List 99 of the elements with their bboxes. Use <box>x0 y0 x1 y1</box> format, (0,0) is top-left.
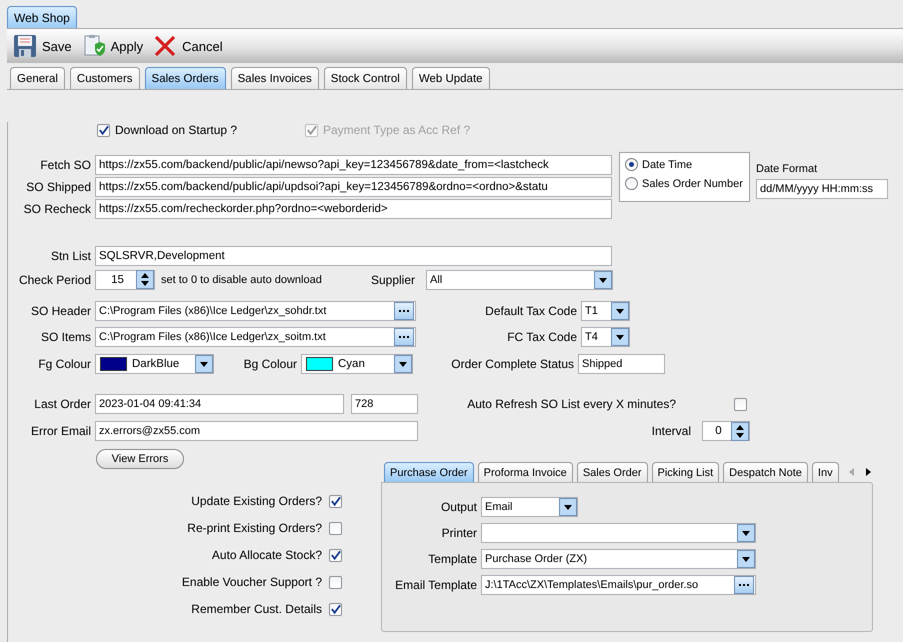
field-label: Fg Colour <box>37 356 92 370</box>
field-label: Email Template <box>394 578 478 592</box>
dropdown[interactable]: DarkBlue <box>95 354 214 374</box>
caret-icon <box>195 354 213 372</box>
caret-icon <box>737 524 755 542</box>
spinner-field[interactable]: 0 <box>702 421 750 441</box>
caret-icon <box>394 354 412 372</box>
field-label: Bg Colour <box>242 356 298 370</box>
field-label: Check Period <box>18 272 92 286</box>
tab[interactable]: Web Shop <box>7 6 77 28</box>
tab[interactable]: Stock Control <box>324 67 407 89</box>
checkbox[interactable] <box>329 576 342 588</box>
radio-label: Date Time <box>642 158 692 170</box>
spinner-field[interactable]: 15 <box>95 270 155 290</box>
tab[interactable]: Purchase Order <box>384 462 474 482</box>
checkbox-label: Payment Type as Acc Ref ? <box>323 123 470 137</box>
scroll-right-icon <box>864 467 872 477</box>
text-field[interactable]: dd/MM/yyyy HH:mm:ss <box>756 179 888 199</box>
text-field[interactable]: C:\Program Files (x86)\Ice Ledger\zx_soitm.txt <box>95 327 416 347</box>
cross-icon <box>153 34 178 58</box>
checkbox-label: Enable Voucher Support ? <box>180 575 322 589</box>
save-button[interactable]: Save <box>10 31 75 61</box>
tab[interactable]: Proforma Invoice <box>478 462 573 482</box>
checkbox[interactable] <box>329 522 342 534</box>
dropdown[interactable]: T1 <box>581 301 630 321</box>
ellipsis-icon <box>398 309 410 313</box>
tab[interactable]: Customers <box>70 67 140 89</box>
tab[interactable]: Sales Invoices <box>230 67 319 89</box>
text-field[interactable]: Shipped <box>578 354 665 374</box>
tab[interactable]: General <box>10 67 65 89</box>
field-label: Interval <box>650 424 692 438</box>
field-label: FC Tax Code <box>506 330 578 344</box>
dropdown[interactable]: Purchase Order (ZX) <box>481 549 756 569</box>
dropdown[interactable]: T4 <box>581 327 630 347</box>
tab[interactable]: Despatch Note <box>723 462 808 482</box>
field-label: Output <box>440 500 478 514</box>
text-field[interactable]: https://zx55.com/backend/public/api/updsoi?api_key=123456789&ordno=<ordno>&statu <box>95 176 612 196</box>
radio-label: Sales Order Number <box>642 178 743 190</box>
radio-button[interactable] <box>625 158 638 171</box>
checkbox-label: Remember Cust. Details <box>190 602 322 616</box>
field-label: SO Shipped <box>25 180 92 194</box>
field-label: Template <box>427 552 478 566</box>
caret-icon <box>611 302 629 320</box>
caret-icon <box>559 498 577 516</box>
spinner-arrows-icon <box>731 422 749 440</box>
browse-button[interactable] <box>394 302 414 320</box>
scroll-left-icon <box>848 467 856 477</box>
caret-icon <box>611 328 629 346</box>
checkbox[interactable] <box>329 602 342 616</box>
tab[interactable]: Sales Order <box>576 462 648 482</box>
ellipsis-icon <box>398 335 410 339</box>
caret-icon <box>594 270 612 288</box>
field-label: Auto Refresh SO List every X minutes? <box>466 397 677 411</box>
browse-button[interactable] <box>734 576 754 594</box>
text-field[interactable]: https://zx55.com/recheckorder.php?ordno=<weborderid> <box>95 198 612 218</box>
hint-text: set to 0 to disable auto download <box>160 274 323 286</box>
checkbox-label: Update Existing Orders? <box>190 494 322 508</box>
field-label: SO Recheck <box>22 202 92 216</box>
checkbox[interactable] <box>734 398 747 410</box>
text-field[interactable]: 2023-01-04 09:41:34 <box>95 394 344 414</box>
apply-button[interactable]: Apply <box>78 31 146 61</box>
checkbox-label: Download on Startup ? <box>115 123 238 137</box>
caret-icon <box>737 550 755 568</box>
text-field[interactable]: zx.errors@zx55.com <box>95 421 418 441</box>
browse-button[interactable] <box>394 328 414 346</box>
checkbox-label: Auto Allocate Stock? <box>210 548 322 562</box>
tab[interactable]: Sales Orders <box>144 67 226 89</box>
field-label: Last Order <box>33 397 92 411</box>
dropdown[interactable]: Email <box>481 497 578 517</box>
ellipsis-icon <box>738 583 750 587</box>
cancel-button[interactable]: Cancel <box>150 31 226 61</box>
checkbox[interactable] <box>329 548 342 562</box>
field-label: Order Complete Status <box>450 356 575 370</box>
field-label: Default Tax Code <box>484 304 578 318</box>
tab[interactable]: Picking List <box>652 462 720 482</box>
field-label: SO Items <box>40 330 92 344</box>
text-field[interactable]: C:\Program Files (x86)\Ice Ledger\zx_sohdr.txt <box>95 301 416 321</box>
checkbox[interactable] <box>97 124 110 136</box>
dropdown[interactable]: All <box>426 270 613 290</box>
text-field[interactable]: SQLSRVR,Development <box>95 246 612 266</box>
field-label: Printer <box>440 526 478 540</box>
view-errors-button[interactable]: View Errors <box>96 449 184 469</box>
checkbox-label: Re-print Existing Orders? <box>186 521 322 535</box>
field-label: Stn List <box>50 249 92 263</box>
tab[interactable]: Web Update <box>412 67 490 89</box>
field-label: Date Format <box>756 163 818 175</box>
radio-button[interactable] <box>625 177 638 190</box>
clipboard-shield-icon <box>82 34 106 58</box>
spinner-arrows-icon <box>136 270 154 289</box>
field-label: Fetch SO <box>39 158 92 172</box>
dropdown[interactable]: Cyan <box>301 354 413 374</box>
field-label: SO Header <box>30 304 92 318</box>
field-label: Error Email <box>30 424 92 438</box>
field-label: Supplier <box>370 272 416 286</box>
text-field[interactable]: https://zx55.com/backend/public/api/newso?api_key=123456789&date_from=<lastcheck <box>95 154 612 174</box>
text-field[interactable]: 728 <box>351 394 418 414</box>
text-field[interactable]: J:\1TAcc\ZX\Templates\Emails\pur_order.so <box>481 575 756 595</box>
tab[interactable]: Inv <box>812 462 839 482</box>
checkbox[interactable] <box>329 494 342 508</box>
